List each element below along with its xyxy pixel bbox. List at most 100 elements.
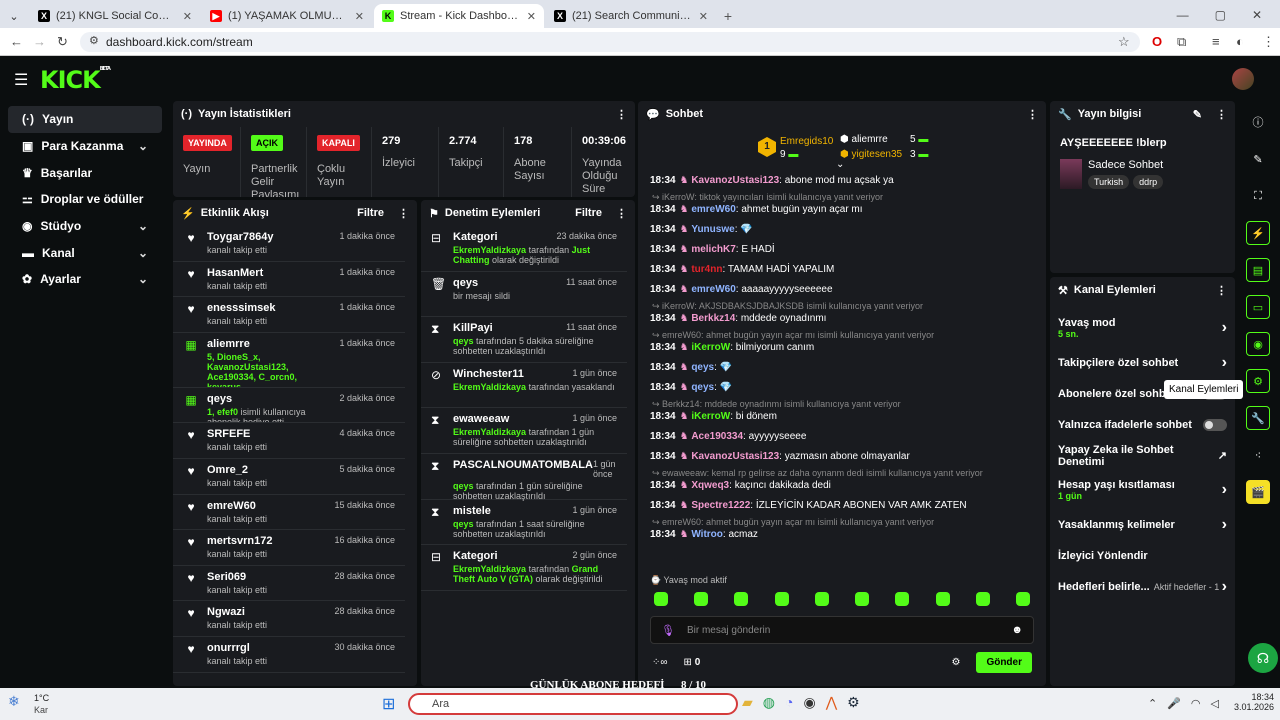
back-icon[interactable]: ← — [10, 34, 23, 49]
browser-menu-icon[interactable]: ⋮ — [1262, 34, 1275, 50]
channel-action-item[interactable]: İzleyici Yönlendir — [1050, 540, 1235, 571]
sidebar-item-5[interactable]: ▬ Kanal ⌄ — [8, 239, 162, 266]
kick-app-icon[interactable]: ⋀ — [826, 694, 837, 711]
emote-icon[interactable] — [694, 592, 709, 606]
support-headset-icon[interactable]: ☊ — [1248, 643, 1278, 673]
activity-user[interactable]: Seri069 — [207, 571, 326, 583]
clapper-icon[interactable]: 🎬 — [1246, 480, 1270, 504]
edit-icon[interactable]: ✎ — [1193, 108, 1202, 121]
activity-user[interactable]: enesssimsek — [207, 302, 331, 314]
moderation-target[interactable]: Kategori — [453, 550, 498, 562]
activity-filter-button[interactable]: Filtre — [357, 207, 384, 220]
browser-tab[interactable]: X (21) KNGL Social Community / ✕ — [30, 4, 200, 28]
forward-icon[interactable]: → — [33, 34, 46, 49]
sidebar-item-0[interactable]: (·) Yayın — [8, 106, 162, 133]
gifter-2[interactable]: ⬢ aliemrre — [840, 134, 888, 145]
mic-icon[interactable]: 🎙 — [661, 624, 675, 637]
chat-username[interactable]: Berkkz14 — [691, 313, 735, 324]
sidebar-item-2[interactable]: ♛ Başarılar — [8, 159, 162, 186]
moderation-target[interactable]: ewaweeaw — [453, 413, 509, 425]
chevron-right-icon[interactable]: › — [1222, 516, 1227, 534]
maximize-icon[interactable]: ▢ — [1215, 8, 1226, 22]
chat-username[interactable]: Ace190334 — [691, 431, 743, 442]
chat-username[interactable]: KavanozUstasi123 — [691, 451, 779, 462]
chevron-right-icon[interactable]: › — [1222, 481, 1227, 499]
moderation-target[interactable]: mistele — [453, 505, 491, 517]
chat-username[interactable]: iKerroW — [691, 411, 730, 422]
channel-points-icon[interactable]: ⁘∞ — [652, 657, 668, 668]
emote-icon[interactable] — [895, 592, 910, 606]
close-tab-icon[interactable]: ✕ — [699, 10, 708, 23]
browser-tab[interactable]: ▶ (1) YAŞAMAK OLMUŞ ÖLÜMD ✕ — [202, 4, 372, 28]
activity-user[interactable]: HasanMert — [207, 267, 331, 279]
broadcast-icon[interactable]: ◉ — [1246, 332, 1270, 356]
chevron-right-icon[interactable]: › — [1222, 319, 1227, 337]
gifter-3[interactable]: ⬢ yigitesen35 — [840, 149, 902, 160]
clipboard-icon[interactable]: ▤ — [1246, 258, 1270, 282]
chat-username[interactable]: melichK7 — [691, 244, 735, 255]
emote-icon[interactable] — [774, 592, 789, 606]
new-tab-button[interactable]: + — [716, 4, 740, 28]
chevron-down-icon[interactable]: ⌄ — [138, 246, 148, 260]
reload-icon[interactable]: ↻ — [57, 34, 68, 50]
chevron-down-icon[interactable]: ⌄ — [138, 219, 148, 233]
close-window-icon[interactable]: ✕ — [1252, 8, 1262, 22]
mic-tray-icon[interactable]: 🎤 — [1167, 697, 1181, 710]
sidebar-item-1[interactable]: ▣ Para Kazanma ⌄ — [8, 133, 162, 160]
chat-username[interactable]: Witroo — [691, 529, 723, 540]
taskbar-search[interactable]: Ara — [408, 693, 738, 715]
apps-icon[interactable]: ⁖ — [1246, 443, 1270, 467]
chat-username[interactable]: KavanozUstasi123 — [691, 175, 779, 186]
activity-user[interactable]: aliemrre — [207, 338, 331, 350]
toggle-switch[interactable] — [1203, 418, 1227, 431]
bookmark-star-icon[interactable]: ☆ — [1118, 34, 1130, 50]
activity-user[interactable]: emreW60 — [207, 500, 326, 512]
channel-action-item[interactable]: Hedefleri belirle... Aktif hedefler - 1 › — [1050, 571, 1235, 602]
emote-icon[interactable] — [975, 592, 990, 606]
emote-icon[interactable] — [935, 592, 950, 606]
emote-icon[interactable] — [855, 592, 870, 606]
moderation-filter-button[interactable]: Filtre — [575, 207, 602, 220]
chrome-icon[interactable]: ◍ — [763, 694, 775, 711]
chat-username[interactable]: iKerroW — [691, 342, 730, 353]
extensions-icon[interactable]: ⧉ — [1177, 34, 1186, 50]
hamburger-menu-icon[interactable]: ☰ — [14, 70, 28, 90]
moderation-target[interactable]: qeys — [453, 277, 478, 289]
chevron-down-icon[interactable]: ⌄ — [138, 139, 148, 153]
info-menu-icon[interactable]: ⋮ — [1216, 108, 1227, 121]
activity-user[interactable]: onurrrgl — [207, 642, 326, 654]
activity-menu-icon[interactable]: ⋮ — [398, 207, 409, 220]
actions-menu-icon[interactable]: ⋮ — [1216, 284, 1227, 297]
avatar[interactable] — [1232, 68, 1254, 90]
gift-icon[interactable]: ⊞ 0 — [684, 657, 701, 668]
chat-collapse-icon[interactable]: ⌄ — [836, 159, 844, 170]
expand-icon[interactable]: ⛶ — [1246, 184, 1270, 208]
emote-icon[interactable] — [814, 592, 829, 606]
discord-icon[interactable]: ◔ — [785, 694, 793, 711]
tab-search-icon[interactable]: ⌄ — [0, 4, 28, 28]
send-button[interactable]: Gönder — [976, 652, 1032, 673]
chat-menu-icon[interactable]: ⋮ — [1027, 108, 1038, 121]
opera-extension-icon[interactable]: O — [1152, 34, 1162, 49]
channel-action-item[interactable]: Hesap yaşı kısıtlaması 1 gün › — [1050, 471, 1235, 509]
stats-menu-icon[interactable]: ⋮ — [616, 108, 627, 121]
tray-chevron-icon[interactable]: ⌃ — [1148, 697, 1157, 710]
wifi-icon[interactable]: ◠ — [1191, 697, 1201, 710]
chevron-down-icon[interactable]: ⌄ — [138, 272, 148, 286]
emote-icon[interactable] — [734, 592, 749, 606]
chat-input[interactable]: 🎙 Bir mesaj gönderin ☻ — [650, 616, 1034, 644]
activity-user[interactable]: Omre_2 — [207, 464, 331, 476]
browser-tab[interactable]: K Stream - Kick Dashboard ✕ — [374, 4, 544, 28]
top-gifter-name[interactable]: Emregids10 — [780, 136, 833, 147]
channel-action-item[interactable]: Yavaş mod 5 sn. › — [1050, 309, 1235, 347]
bolt-rail-icon[interactable]: ⚡ — [1246, 221, 1270, 245]
url-input[interactable]: dashboard.kick.com/stream — [80, 32, 1140, 52]
activity-user[interactable]: mertsvrn172 — [207, 535, 326, 547]
close-tab-icon[interactable]: ✕ — [527, 10, 536, 23]
sidebar-item-3[interactable]: ⚍ Droplar ve ödüller — [8, 186, 162, 213]
chat-username[interactable]: qeys — [691, 382, 714, 393]
pencil-icon[interactable]: ✎ — [1246, 147, 1270, 171]
info-icon[interactable]: ⓘ — [1246, 110, 1270, 134]
moderation-target[interactable]: Kategori — [453, 231, 498, 243]
chat-username[interactable]: Spectre1222 — [691, 500, 750, 511]
